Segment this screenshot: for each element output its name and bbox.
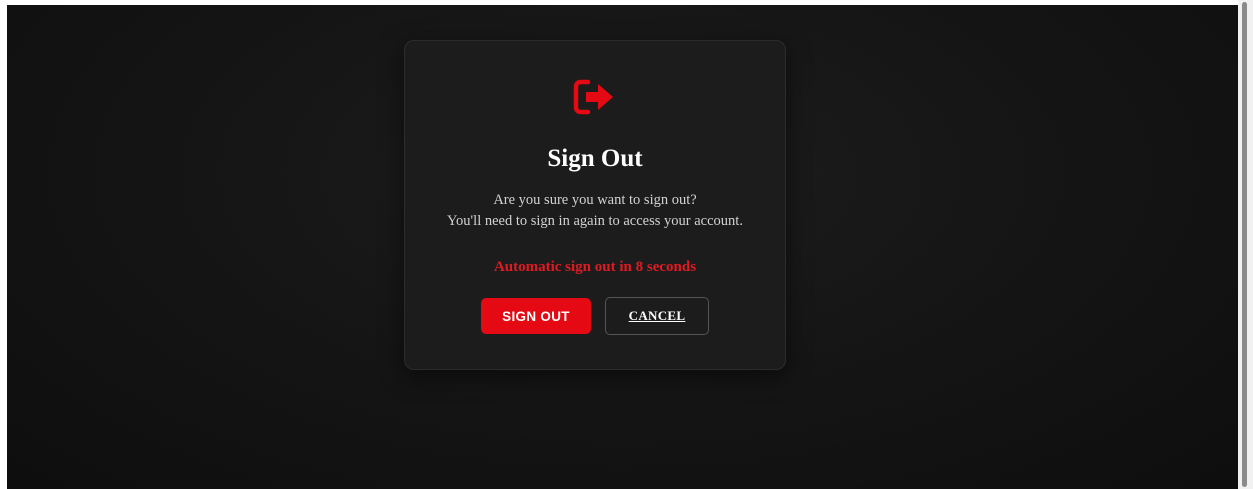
dialog-message-line-1: Are you sure you want to sign out? xyxy=(493,192,697,208)
sign-out-dialog: Sign Out Are you sure you want to sign o… xyxy=(404,40,786,370)
page-backdrop: Sign Out Are you sure you want to sign o… xyxy=(7,5,1238,489)
dialog-message: Are you sure you want to sign out? You'l… xyxy=(405,190,785,232)
sign-out-button[interactable]: SIGN OUT xyxy=(481,298,591,334)
dialog-actions: SIGN OUT CANCEL xyxy=(405,297,785,335)
dialog-message-line-2: You'll need to sign in again to access y… xyxy=(447,213,743,229)
sign-out-icon xyxy=(573,79,613,115)
dialog-title: Sign Out xyxy=(547,145,643,172)
sign-out-icon-container xyxy=(405,79,785,115)
vertical-scrollbar[interactable] xyxy=(1238,0,1253,489)
cancel-button[interactable]: CANCEL xyxy=(605,297,709,335)
scrollbar-thumb[interactable] xyxy=(1242,2,1247,487)
countdown-text: Automatic sign out in 8 seconds xyxy=(493,259,697,275)
